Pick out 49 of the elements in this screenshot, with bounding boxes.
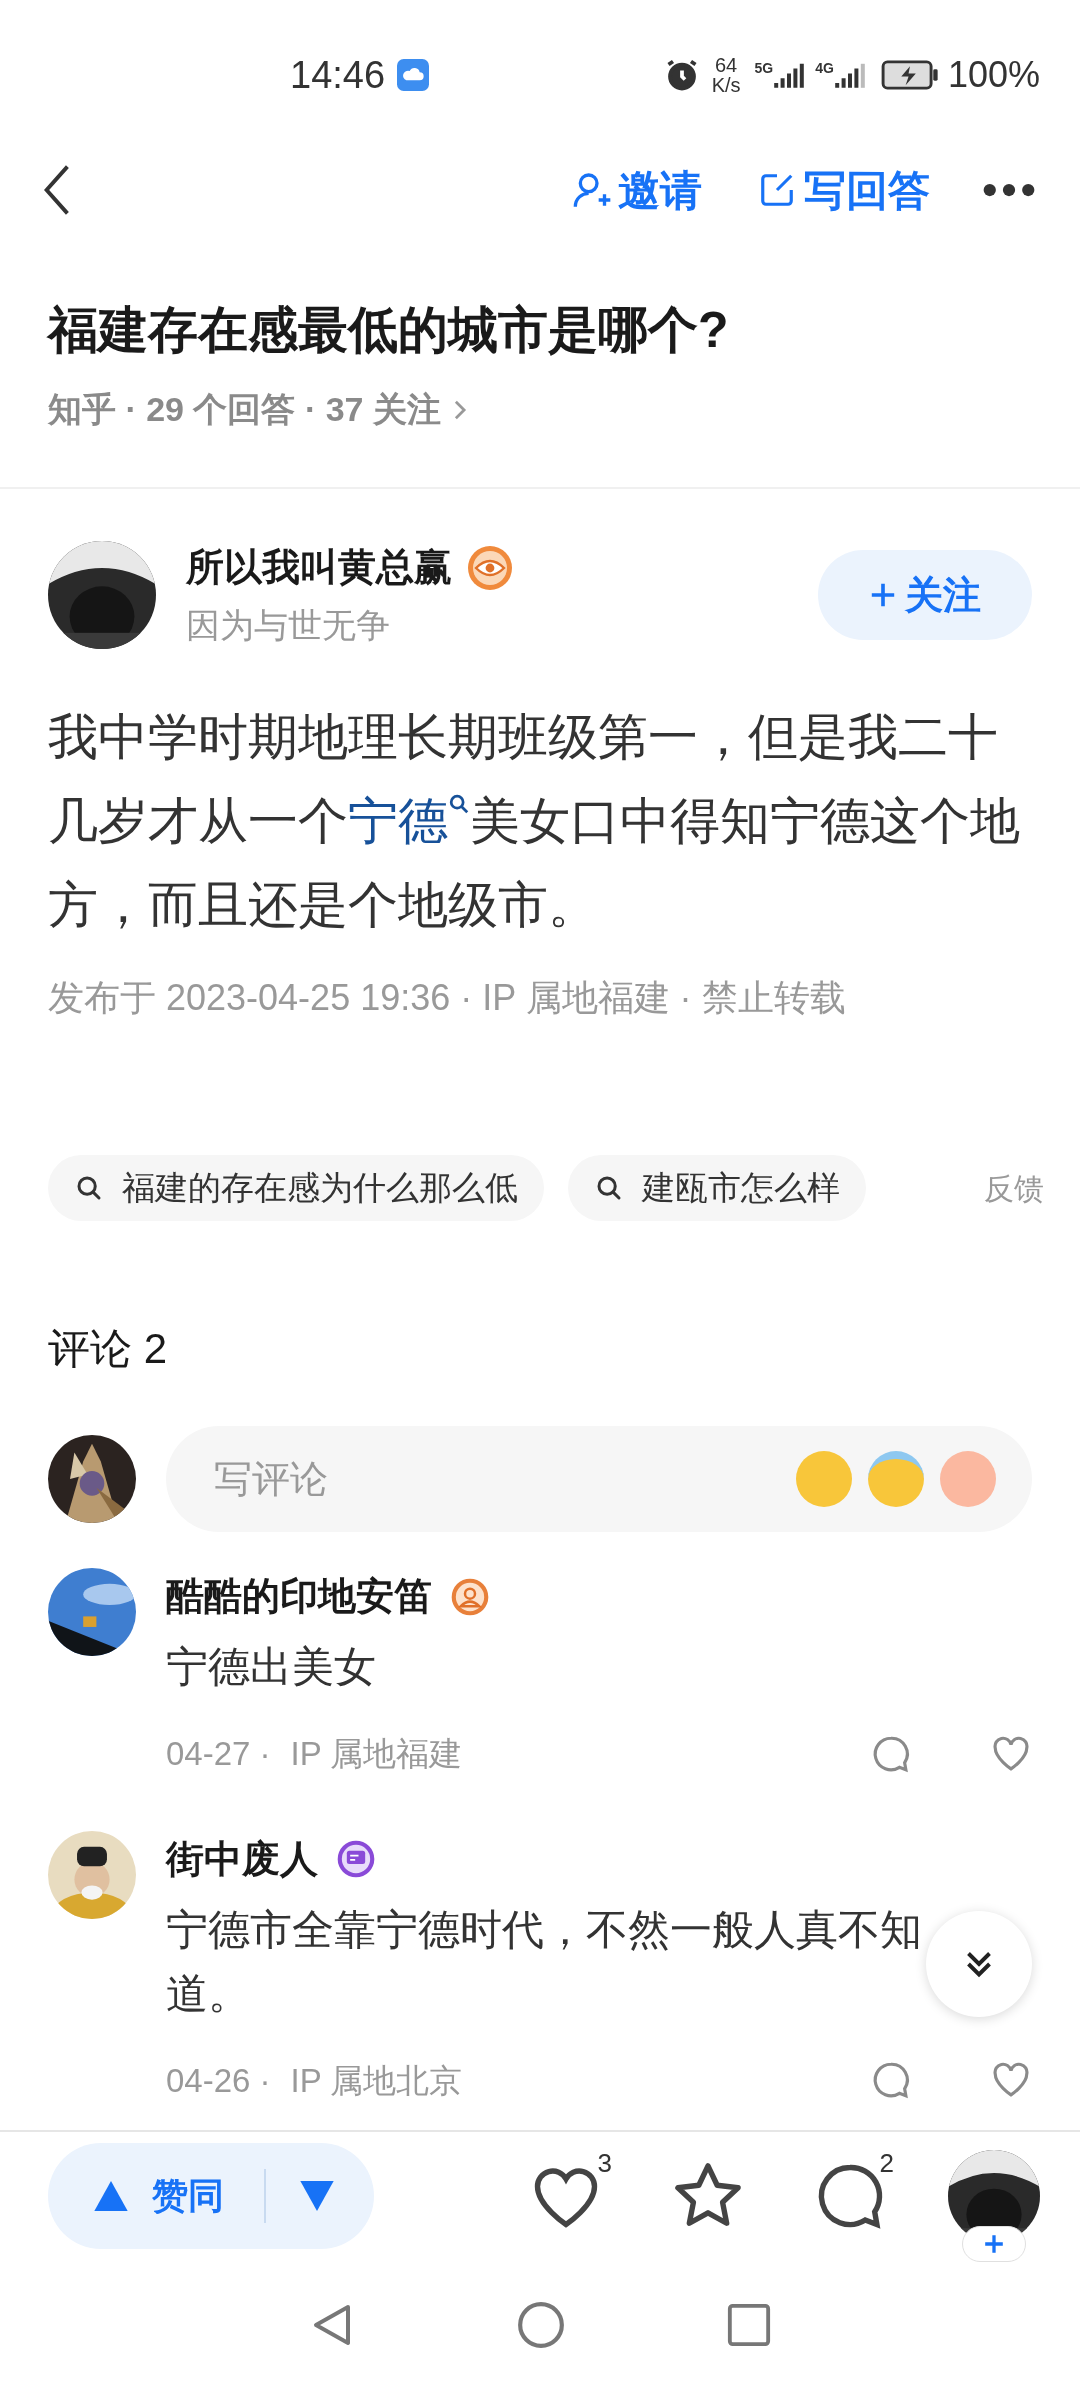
publish-info: 发布于 2023-04-25 19:36 · IP 属地福建 · 禁止转载 bbox=[48, 976, 847, 1020]
author-bio: 因为与世无争 bbox=[186, 605, 391, 646]
comment-count: 2 bbox=[879, 2147, 894, 2180]
comment-text: 宁德市全靠宁德时代，不然一般人真不知道。 bbox=[166, 1904, 923, 2019]
keyword-link[interactable]: 宁德 bbox=[348, 793, 470, 849]
question-title: 福建存在感最低的城市是哪个? bbox=[48, 301, 730, 360]
comments-header: 评论 2 bbox=[48, 1324, 169, 1374]
person-badge-icon bbox=[450, 1576, 490, 1617]
plus-icon bbox=[869, 581, 897, 609]
net-speed: 64 bbox=[714, 55, 738, 75]
invite-button[interactable]: 邀请 bbox=[572, 158, 702, 222]
commenter-name[interactable]: 街中废人 bbox=[166, 1830, 318, 1888]
commenter-name[interactable]: 酷酷的印地安笛 bbox=[166, 1568, 432, 1625]
comment-date: 04-27 · bbox=[166, 1734, 271, 1774]
add-person-icon bbox=[572, 170, 612, 210]
comment-date: 04-26 · bbox=[166, 2060, 271, 2101]
related-search-chip[interactable]: 建瓯市怎么样 bbox=[568, 1155, 866, 1221]
back-icon[interactable] bbox=[44, 164, 70, 216]
related-search-chip[interactable]: 福建的存在感为什么那么低 bbox=[48, 1155, 544, 1221]
answer-text: 我中学时期地理长期班级第一，但是我二十几岁才从一个宁德 美女口中得知宁德这个地方，而且还是个地级市。 bbox=[48, 708, 1021, 935]
write-answer-button[interactable]: 写回答 bbox=[758, 158, 930, 222]
comment-location: IP 属地福建 bbox=[290, 1734, 463, 1774]
recents-nav-icon[interactable] bbox=[726, 2302, 772, 2348]
follow-button[interactable]: 关注 bbox=[818, 550, 1032, 640]
battery-icon bbox=[879, 59, 940, 91]
chevron-right-icon bbox=[452, 398, 467, 421]
eye-badge-icon bbox=[466, 543, 514, 592]
comment-text: 宁德出美女 bbox=[166, 1642, 377, 1692]
edit-icon bbox=[758, 171, 796, 209]
author-name[interactable]: 所以我叫黄总赢 bbox=[186, 539, 452, 596]
comment-input[interactable]: 写评论 bbox=[214, 1450, 780, 1508]
like-count: 3 bbox=[597, 2147, 612, 2180]
net-speed-unit: K/s bbox=[711, 75, 741, 95]
signal-type: 4G bbox=[815, 59, 834, 78]
triangle-up-icon bbox=[94, 2181, 128, 2211]
comment-location: IP 属地北京 bbox=[290, 2060, 463, 2101]
search-icon bbox=[448, 793, 470, 815]
cloud-icon bbox=[397, 59, 430, 91]
more-icon[interactable] bbox=[982, 183, 1036, 197]
follow-author-icon[interactable] bbox=[962, 2226, 1026, 2262]
signal-type: 5G bbox=[754, 59, 774, 78]
battery-percent: 100% bbox=[947, 53, 1040, 97]
comment-field[interactable]: 写评论 bbox=[166, 1426, 1032, 1532]
chat-badge-icon bbox=[336, 1839, 376, 1879]
downvote-icon[interactable] bbox=[300, 2181, 334, 2211]
home-nav-icon[interactable] bbox=[516, 2300, 566, 2350]
status-time: 14:46 bbox=[290, 52, 386, 98]
upvote-button[interactable]: 赞同 bbox=[94, 2169, 224, 2223]
scroll-down-button[interactable] bbox=[926, 1910, 1032, 2017]
